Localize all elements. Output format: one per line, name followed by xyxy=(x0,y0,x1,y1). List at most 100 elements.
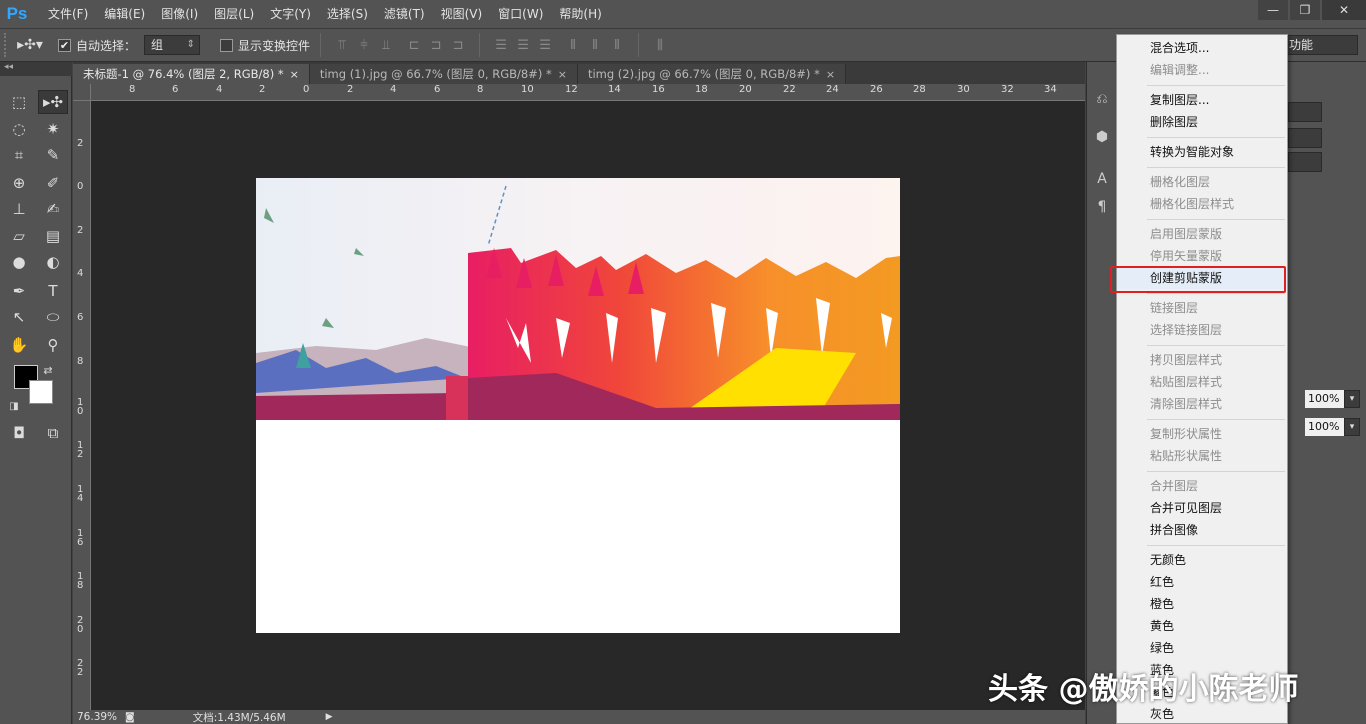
quick-mask-icon[interactable]: ◘ xyxy=(4,421,34,445)
character-panel-icon[interactable]: A xyxy=(1093,170,1111,188)
menu-merge-visible[interactable]: 合并可见图层 xyxy=(1117,497,1287,519)
menu-image[interactable]: 图像(I) xyxy=(153,0,206,28)
menu-blending-options[interactable]: 混合选项... xyxy=(1117,37,1287,59)
tab-untitled-1[interactable]: 未标题-1 @ 76.4% (图层 2, RGB/8) * × xyxy=(73,64,310,84)
default-colors-icon[interactable]: ◨ xyxy=(4,394,24,418)
workspace-select[interactable]: 功能 xyxy=(1286,35,1358,55)
minimize-button[interactable]: — xyxy=(1258,0,1288,20)
menu-separator xyxy=(1147,345,1285,346)
menu-help[interactable]: 帮助(H) xyxy=(551,0,609,28)
blur-tool-icon[interactable]: ● xyxy=(4,250,34,274)
dodge-tool-icon[interactable]: ◐ xyxy=(38,250,68,274)
align-bottom-icon[interactable]: ⫫ xyxy=(375,34,397,56)
magic-wand-tool-icon[interactable]: ✷ xyxy=(38,117,68,141)
align-right-icon[interactable]: ⊐ xyxy=(447,34,469,56)
menu-file[interactable]: 文件(F) xyxy=(40,0,96,28)
opacity-dropdown-icon[interactable]: ▾ xyxy=(1344,390,1360,408)
pen-tool-icon[interactable]: ✒ xyxy=(4,279,34,303)
menu-view[interactable]: 视图(V) xyxy=(433,0,491,28)
ellipse-tool-icon[interactable]: ⬭ xyxy=(38,305,68,329)
distribute-top-icon[interactable]: ☰ xyxy=(490,34,512,56)
menu-paste-layer-style: 粘贴图层样式 xyxy=(1150,375,1223,389)
menu-flatten-image[interactable]: 拼合图像 xyxy=(1117,519,1287,541)
healing-brush-tool-icon[interactable]: ⊕ xyxy=(4,171,34,195)
type-tool-icon[interactable]: T xyxy=(38,279,68,303)
tab-timg-1[interactable]: timg (1).jpg @ 66.7% (图层 0, RGB/8#) * × xyxy=(309,64,578,84)
canvas-area[interactable] xyxy=(91,101,1085,710)
show-transform-checkbox[interactable]: 显示变换控件 xyxy=(220,37,310,54)
status-menu-arrow-icon[interactable]: ▶ xyxy=(326,712,333,722)
marquee-tool-icon[interactable]: ⬚ xyxy=(4,90,34,114)
menu-layer[interactable]: 图层(L) xyxy=(206,0,262,28)
menu-color-red[interactable]: 红色 xyxy=(1117,571,1287,593)
panel-field[interactable] xyxy=(1288,128,1322,148)
tools-panel-header[interactable]: ◂◂ xyxy=(0,62,72,76)
menu-color-yellow[interactable]: 黄色 xyxy=(1117,615,1287,637)
menu-select[interactable]: 选择(S) xyxy=(319,0,376,28)
menu-duplicate-layer[interactable]: 复制图层... xyxy=(1117,89,1287,111)
horizontal-ruler[interactable]: 8 6 4 2 0 2 4 6 8 10 12 14 16 18 20 22 2… xyxy=(91,84,1085,101)
paragraph-panel-icon[interactable]: ¶ xyxy=(1093,198,1111,216)
menu-delete-layer[interactable]: 删除图层 xyxy=(1117,111,1287,133)
tab-close-icon[interactable]: × xyxy=(558,68,567,81)
screen-mode-icon[interactable]: ⧉ xyxy=(38,421,68,445)
clone-stamp-tool-icon[interactable]: ⊥ xyxy=(4,197,34,221)
distribute-left-icon[interactable]: ⫴ xyxy=(562,34,584,56)
menu-color-none[interactable]: 无颜色 xyxy=(1117,549,1287,571)
restore-button[interactable]: ❐ xyxy=(1290,0,1320,20)
options-grip[interactable] xyxy=(4,33,12,57)
zoom-level[interactable]: 76.39% xyxy=(73,711,125,723)
align-top-icon[interactable]: ⫪ xyxy=(331,34,353,56)
move-tool-preset-icon[interactable]: ▸✣▾ xyxy=(12,33,48,57)
eraser-tool-icon[interactable]: ▱ xyxy=(4,224,34,248)
distribute-right-icon[interactable]: ⫴ xyxy=(606,34,628,56)
ruler-origin[interactable] xyxy=(73,84,91,101)
auto-select-checkbox[interactable]: ✔ 自动选择： xyxy=(58,37,136,54)
history-brush-tool-icon[interactable]: ✍ xyxy=(38,197,68,221)
panel-field[interactable] xyxy=(1288,102,1322,122)
layer-fill-input[interactable]: 100% xyxy=(1305,418,1345,436)
ruler-label: 8 xyxy=(77,356,84,367)
auto-select-target-select[interactable]: 组 xyxy=(144,35,201,55)
status-info-icon[interactable]: ◙ xyxy=(125,712,135,723)
auto-align-icon[interactable]: ⫼ xyxy=(649,34,671,56)
background-color-swatch[interactable] xyxy=(29,380,53,404)
swap-colors-icon[interactable]: ⇄ xyxy=(38,358,58,382)
distribute-vcenter-icon[interactable]: ☰ xyxy=(512,34,534,56)
properties-panel-icon[interactable]: ⬢ xyxy=(1093,128,1111,146)
document-canvas[interactable] xyxy=(256,178,900,633)
tab-close-icon[interactable]: × xyxy=(290,68,299,81)
menu-type[interactable]: 文字(Y) xyxy=(262,0,319,28)
brush-tool-icon[interactable]: ✐ xyxy=(38,171,68,195)
menu-edit[interactable]: 编辑(E) xyxy=(96,0,153,28)
move-tool-icon[interactable]: ▸✣ xyxy=(38,90,68,114)
tab-timg-2[interactable]: timg (2).jpg @ 66.7% (图层 0, RGB/8#) * × xyxy=(577,64,847,84)
ruler-label: 2 2 xyxy=(77,658,84,678)
eyedropper-tool-icon[interactable]: ✎ xyxy=(38,143,68,167)
layer-opacity-input[interactable]: 100% xyxy=(1305,390,1345,408)
menu-convert-smart-object[interactable]: 转换为智能对象 xyxy=(1117,141,1287,163)
hand-tool-icon[interactable]: ✋ xyxy=(4,333,34,357)
align-left-icon[interactable]: ⊏ xyxy=(403,34,425,56)
crop-tool-icon[interactable]: ⌗ xyxy=(4,143,34,167)
align-vcenter-icon[interactable]: ⫩ xyxy=(353,34,375,56)
align-hcenter-icon[interactable]: ⊐ xyxy=(425,34,447,56)
distribute-hcenter-icon[interactable]: ⫴ xyxy=(584,34,606,56)
fill-dropdown-icon[interactable]: ▾ xyxy=(1344,418,1360,436)
lasso-tool-icon[interactable]: ◌ xyxy=(4,117,34,141)
menu-separator xyxy=(1147,419,1285,420)
path-selection-tool-icon[interactable]: ↖ xyxy=(4,305,34,329)
gradient-tool-icon[interactable]: ▤ xyxy=(38,224,68,248)
menu-color-orange[interactable]: 橙色 xyxy=(1117,593,1287,615)
tab-close-icon[interactable]: × xyxy=(826,68,835,81)
ruler-label: 0 xyxy=(77,181,84,192)
menu-color-green[interactable]: 绿色 xyxy=(1117,637,1287,659)
menu-filter[interactable]: 滤镜(T) xyxy=(376,0,433,28)
panel-field[interactable] xyxy=(1288,152,1322,172)
vertical-ruler[interactable]: 2 0 2 4 6 8 1 0 1 2 1 4 1 6 1 8 2 0 2 2 xyxy=(73,101,91,710)
close-button[interactable]: ✕ xyxy=(1322,0,1366,20)
history-panel-icon[interactable]: ⎌ xyxy=(1093,90,1111,108)
distribute-bottom-icon[interactable]: ☰ xyxy=(534,34,556,56)
zoom-tool-icon[interactable]: ⚲ xyxy=(38,333,68,357)
menu-window[interactable]: 窗口(W) xyxy=(490,0,551,28)
